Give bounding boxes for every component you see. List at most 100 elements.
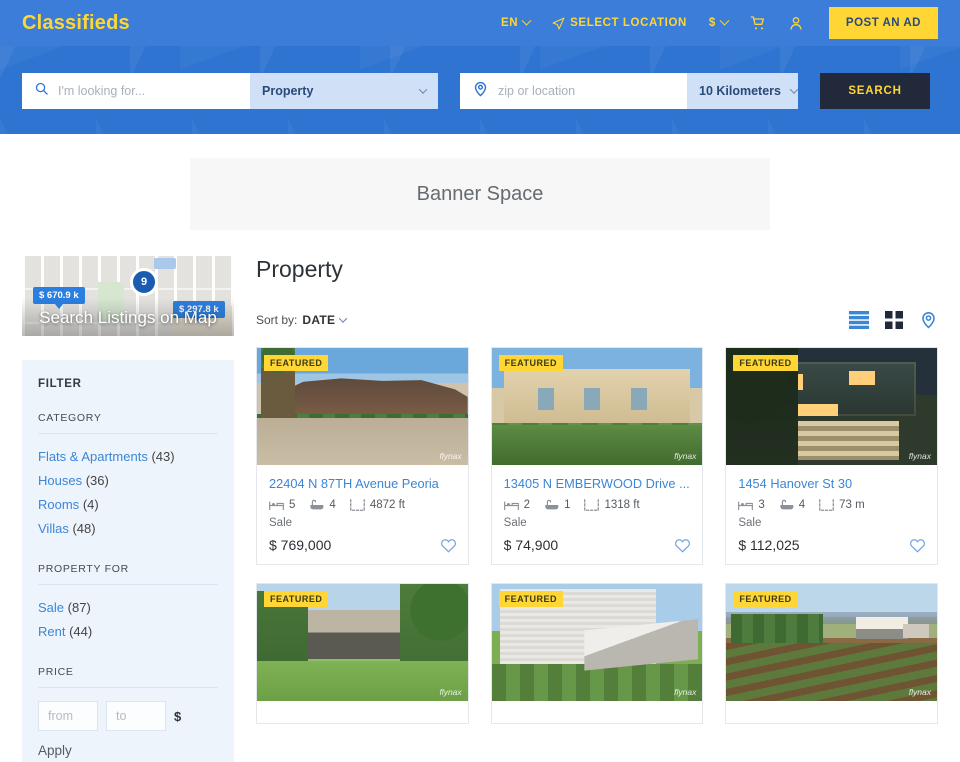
listing-image[interactable]: FEATURED flynax — [491, 348, 703, 465]
page-title: Property — [256, 256, 343, 282]
listing-image[interactable]: FEATURED flynax — [491, 584, 703, 701]
price-to-input[interactable] — [106, 701, 166, 731]
price-from-input[interactable] — [38, 701, 98, 731]
language-selector[interactable]: EN — [490, 15, 541, 29]
listing-image[interactable]: FEATURED flynax — [257, 348, 468, 465]
filter-link-villas[interactable]: Villas — [38, 521, 69, 536]
site-logo[interactable]: Classifieds — [22, 12, 130, 35]
listing-card[interactable]: FEATURED flynax — [256, 583, 469, 724]
grid-view-icon[interactable] — [885, 310, 903, 329]
search-button[interactable]: SEARCH — [820, 73, 930, 109]
filter-group-title-price: PRICE — [38, 666, 218, 688]
spec-bedrooms: 2 — [503, 499, 530, 511]
listing-title[interactable]: 1454 Hanover St 30 — [738, 476, 926, 491]
filter-link-houses[interactable]: Houses — [38, 473, 82, 488]
listing-image[interactable]: FEATURED flynax — [257, 584, 468, 701]
map-cluster-marker[interactable]: 9 — [130, 268, 158, 296]
spec-area: 73 m — [819, 499, 865, 511]
area-icon — [819, 499, 835, 511]
filter-group-title-category: CATEGORY — [38, 412, 218, 434]
bed-icon — [269, 501, 284, 510]
sort-by-control[interactable]: Sort by: DATE — [256, 313, 348, 327]
radius-select[interactable]: 10 Kilometers — [687, 73, 798, 109]
currency-selector[interactable]: $ — [698, 15, 739, 29]
area-value: 1318 ft — [604, 499, 640, 511]
favorite-heart-icon[interactable] — [674, 537, 691, 553]
listing-card[interactable]: FEATURED flynax 13405 N EMBERWOOD Drive … — [490, 347, 704, 565]
listing-image[interactable]: FEATURED flynax — [726, 584, 937, 701]
listing-price: $ 769,000 — [269, 537, 332, 553]
chevron-down-icon — [339, 313, 348, 323]
bath-icon — [780, 499, 794, 510]
listing-card[interactable]: FEATURED flynax 22404 N 87TH Avenue Peor… — [256, 347, 469, 565]
keyword-search-field: Property — [22, 73, 438, 109]
bathrooms-count: 4 — [329, 499, 336, 511]
filter-link-flats-apartments[interactable]: Flats & Apartments — [38, 449, 148, 464]
listing-card[interactable]: FEATURED flynax — [725, 583, 938, 724]
banner-space: Banner Space — [190, 158, 770, 230]
radius-select-value: 10 Kilometers — [699, 84, 781, 98]
spec-bedrooms: 3 — [738, 499, 765, 511]
map-view-icon[interactable] — [919, 310, 938, 329]
filter-count: (36) — [85, 473, 109, 488]
location-pin-icon — [472, 80, 489, 102]
location-input-wrap — [460, 73, 687, 109]
chevron-down-icon — [719, 15, 730, 26]
filter-link-sale[interactable]: Sale — [38, 600, 64, 615]
bathrooms-count: 1 — [564, 499, 571, 511]
listing-card[interactable]: FEATURED flynax — [490, 583, 704, 724]
account-button[interactable] — [777, 15, 815, 31]
listing-type: Sale — [503, 517, 527, 529]
location-input[interactable] — [498, 84, 675, 98]
watermark: flynax — [674, 451, 697, 461]
category-select[interactable]: Property — [250, 73, 438, 109]
listing-specs: 3 4 73 m — [738, 499, 926, 511]
bath-icon — [545, 499, 559, 510]
filter-count: (44) — [69, 624, 93, 639]
location-search-field: 10 Kilometers — [460, 73, 798, 109]
favorite-heart-icon[interactable] — [440, 537, 457, 553]
listing-body — [257, 701, 468, 723]
category-select-value: Property — [262, 84, 314, 98]
bath-icon — [310, 499, 324, 510]
listing-card[interactable]: FEATURED flynax 1454 Hanover St 30 3 4 7… — [725, 347, 938, 565]
price-currency-symbol: $ — [174, 708, 182, 724]
sidebar: 9 $ 670.9 k $ 297.8 k Search Listings on… — [22, 256, 234, 762]
navigation-arrow-icon — [552, 17, 565, 30]
filter-panel: FILTER CATEGORY Flats & Apartments (43) … — [22, 360, 234, 762]
filter-item: Houses (36) — [38, 469, 218, 493]
listing-title[interactable]: 13405 N EMBERWOOD Drive ... — [504, 476, 692, 491]
select-location-button[interactable]: SELECT LOCATION — [541, 17, 698, 30]
select-location-label: SELECT LOCATION — [570, 17, 687, 29]
favorite-heart-icon[interactable] — [909, 537, 926, 553]
search-listings-on-map[interactable]: 9 $ 670.9 k $ 297.8 k Search Listings on… — [22, 256, 234, 336]
top-bar-right: EN SELECT LOCATION $ POST AN AD — [490, 7, 938, 39]
filter-list-property-for: Sale (87) Rent (44) — [38, 596, 218, 644]
listing-footer: $ 112,025 — [738, 537, 926, 553]
search-bar: Property 10 Kilometers SEARCH — [0, 73, 960, 109]
filter-panel-title: FILTER — [38, 378, 82, 390]
listing-footer: $ 769,000 — [269, 537, 457, 553]
filter-count: (43) — [151, 449, 175, 464]
filter-link-rooms[interactable]: Rooms — [38, 497, 79, 512]
search-icon — [34, 81, 49, 101]
filter-item: Villas (48) — [38, 517, 218, 541]
list-view-icon[interactable] — [849, 310, 869, 329]
currency-label: $ — [708, 17, 716, 29]
listing-image[interactable]: FEATURED flynax — [726, 348, 937, 465]
listing-specs: 5 4 4872 ft — [269, 499, 457, 511]
cart-button[interactable] — [739, 15, 777, 31]
post-an-ad-button[interactable]: POST AN AD — [828, 7, 938, 39]
map-thumbnail-label: Search Listings on Map — [39, 308, 217, 327]
listing-body: 22404 N 87TH Avenue Peoria 5 4 4872 ft S… — [257, 465, 468, 564]
apply-filter-button[interactable]: Apply — [38, 743, 72, 758]
listing-toolbar: Sort by: DATE — [256, 310, 938, 329]
filter-link-rent[interactable]: Rent — [38, 624, 65, 639]
filter-item: Sale (87) — [38, 596, 218, 620]
featured-badge: FEATURED — [498, 591, 563, 607]
listing-title[interactable]: 22404 N 87TH Avenue Peoria — [269, 476, 457, 491]
search-input[interactable] — [58, 84, 238, 98]
price-filter-row: $ — [38, 701, 218, 731]
listing-footer: $ 74,900 — [504, 537, 692, 553]
featured-badge: FEATURED — [264, 355, 329, 371]
